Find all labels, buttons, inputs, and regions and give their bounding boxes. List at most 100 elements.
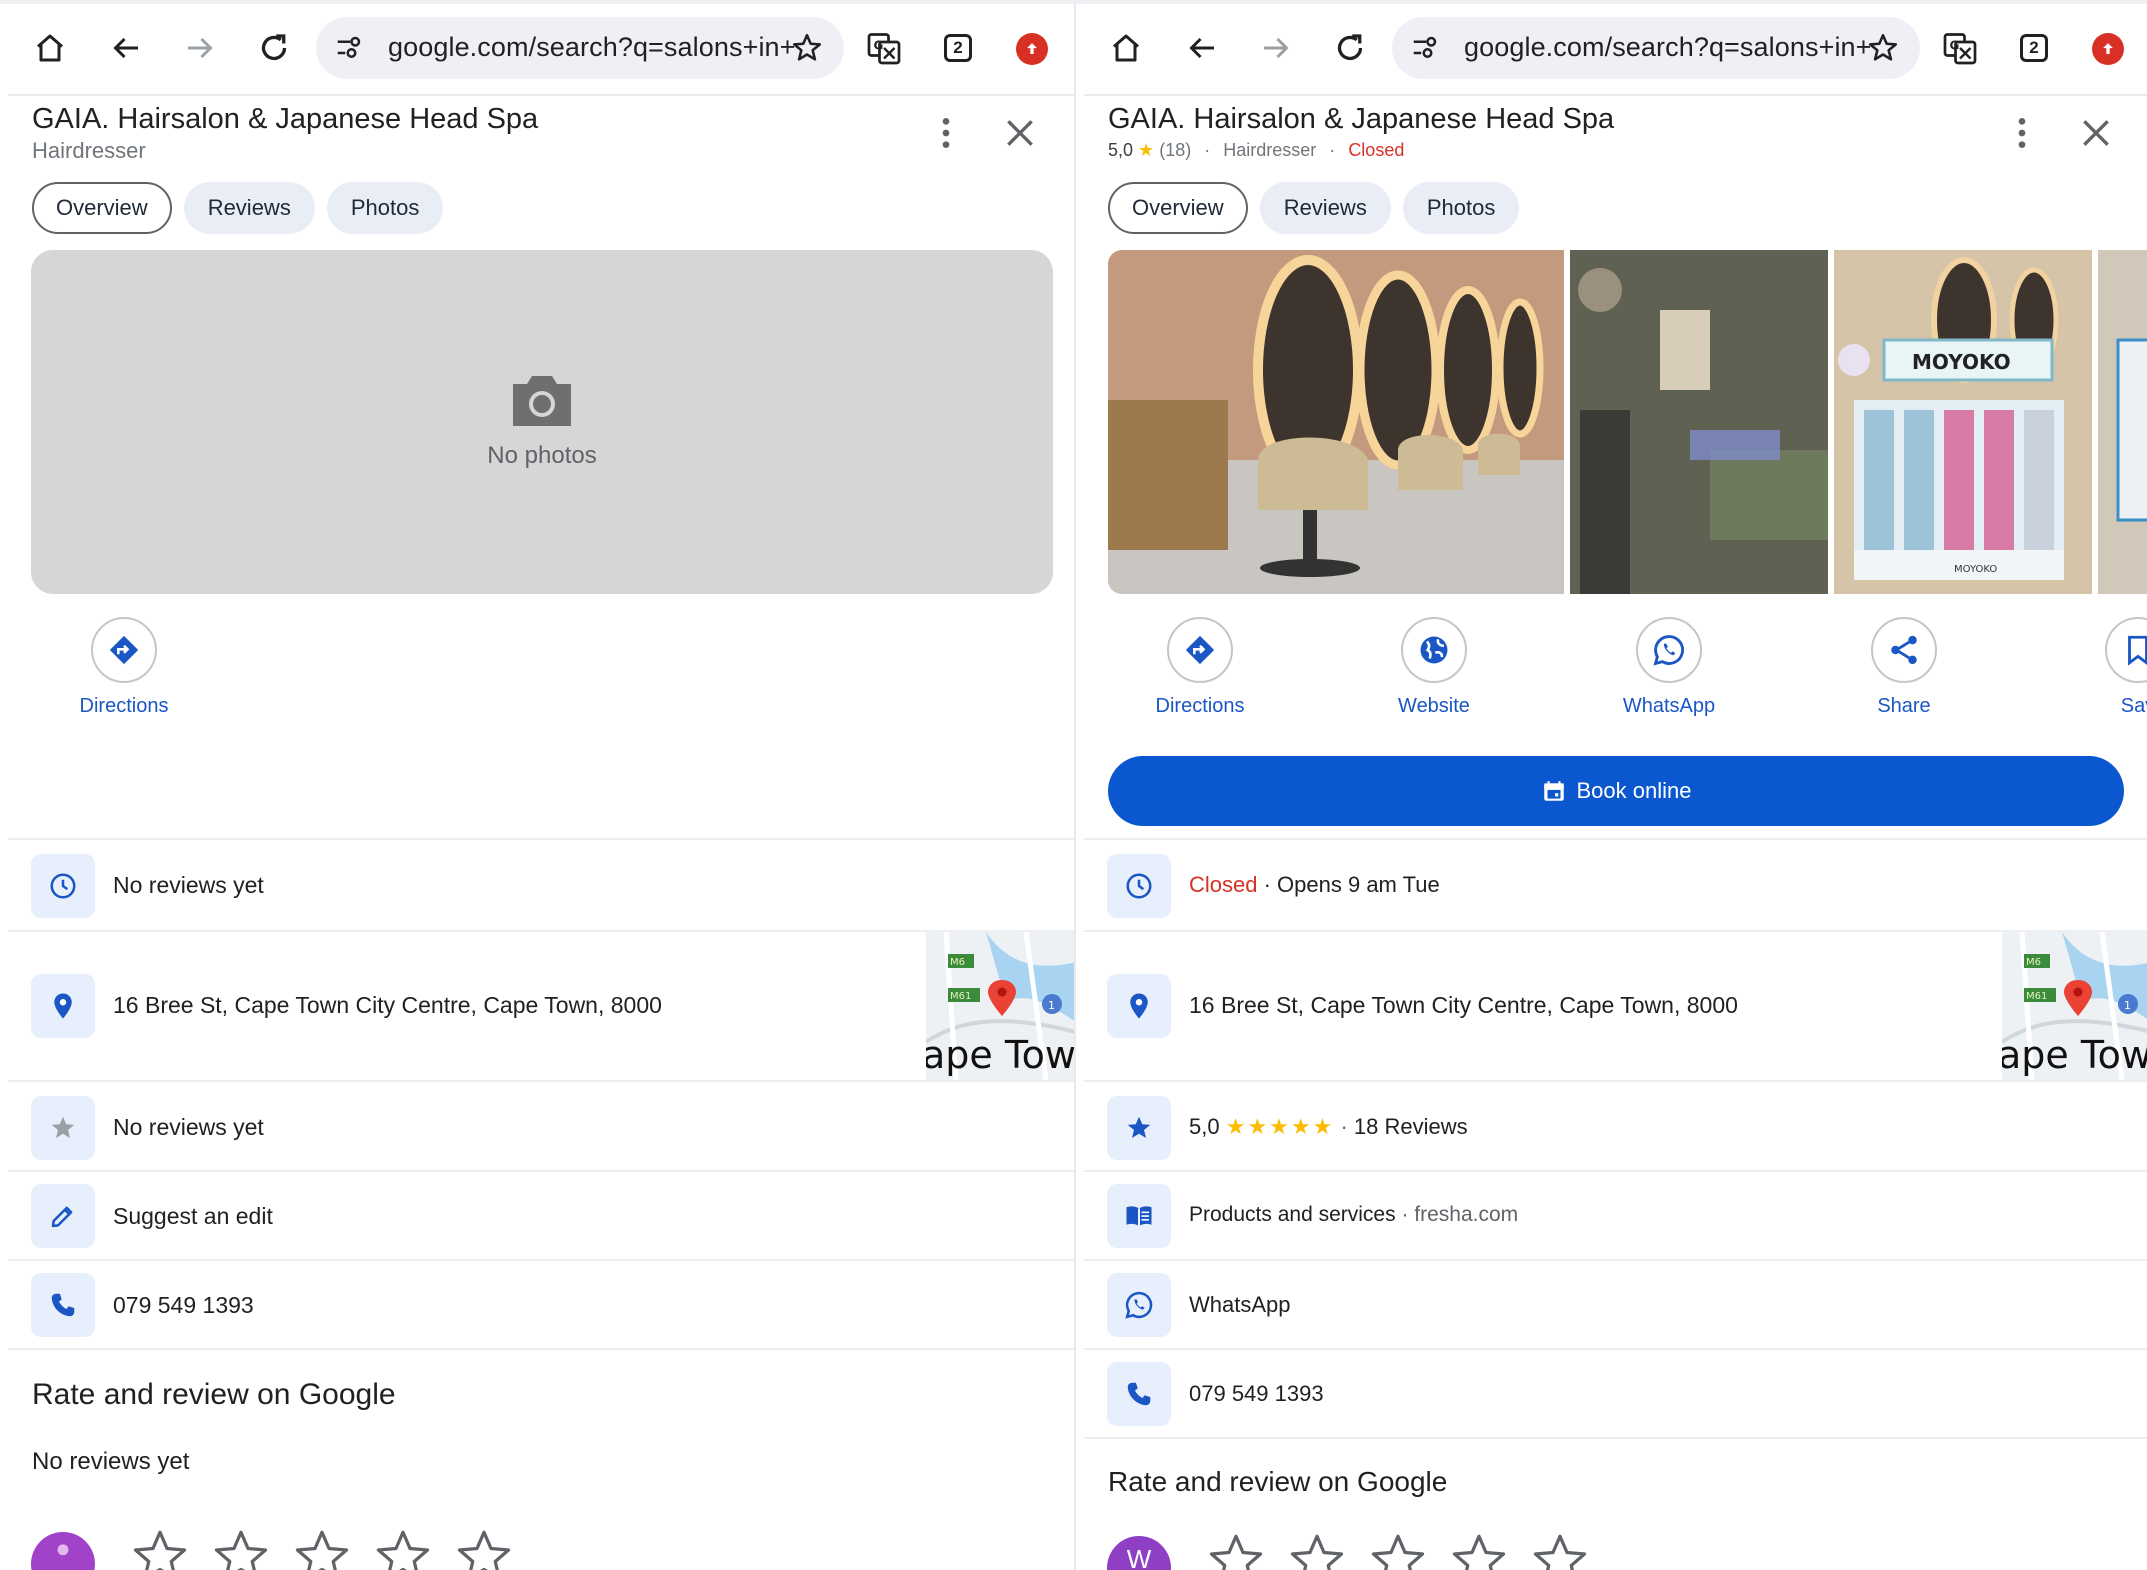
rate-star-1-icon[interactable] — [1206, 1530, 1266, 1570]
back-button[interactable] — [1174, 20, 1230, 76]
rate-star-4-icon[interactable] — [373, 1526, 433, 1570]
home-button[interactable] — [1098, 20, 1154, 76]
directions-button[interactable] — [1167, 617, 1233, 683]
whatsapp-label: WhatsApp — [1622, 695, 1716, 717]
phone-number[interactable]: 079 549 1393 — [1189, 1381, 1324, 1407]
rating-count[interactable]: (18) — [1159, 140, 1191, 160]
site-settings-icon[interactable] — [1410, 33, 1440, 63]
save-action[interactable]: Sav — [2048, 617, 2147, 718]
tab-strip — [1076, 0, 2147, 4]
map-thumbnail[interactable]: M6 M61 1 ape Town — [2002, 932, 2147, 1080]
hours-summary[interactable]: Closed · Opens 9 am Tue — [1189, 872, 1440, 898]
forward-button[interactable] — [172, 20, 228, 76]
tab-photos[interactable]: Photos — [1402, 182, 1520, 234]
rate-star-3-icon[interactable] — [1368, 1530, 1428, 1570]
address-bar[interactable]: google.com/search?q=salons+in+ — [1392, 17, 1920, 79]
extension-button[interactable] — [2092, 33, 2124, 65]
share-icon — [1891, 635, 1917, 665]
upload-icon — [2103, 43, 2113, 54]
no-photos-placeholder: No photos — [31, 250, 1053, 594]
bookmark-star-icon[interactable] — [790, 31, 824, 65]
clock-icon — [50, 873, 76, 899]
save-button[interactable] — [2105, 617, 2147, 683]
place-tabs: Overview Reviews Photos — [32, 182, 444, 234]
hours-row-icon — [1107, 854, 1171, 918]
tab-switcher-button[interactable]: 2 — [2020, 34, 2048, 62]
directions-button[interactable] — [91, 617, 157, 683]
suggest-edit-link[interactable]: Suggest an edit — [113, 1203, 273, 1230]
tab-overview[interactable]: Overview — [1108, 182, 1248, 234]
phone-row-icon — [31, 1273, 95, 1337]
address-text[interactable]: 16 Bree St, Cape Town City Centre, Cape … — [1189, 992, 1738, 1019]
book-online-button[interactable]: Book online — [1108, 756, 2124, 826]
tab-strip — [0, 0, 1074, 4]
whatsapp-button[interactable] — [1636, 617, 1702, 683]
salon-interior-image — [1108, 250, 1564, 594]
close-icon[interactable] — [1000, 113, 1040, 153]
rate-star-3-icon[interactable] — [292, 1526, 352, 1570]
directions-action[interactable]: Directions — [1110, 617, 1290, 718]
website-label: Website — [1398, 695, 1470, 717]
tab-reviews[interactable]: Reviews — [183, 182, 315, 234]
translate-button[interactable]: G — [856, 20, 912, 76]
separator-dot: · — [1401, 1203, 1415, 1226]
rating-value: 5,0 — [1108, 140, 1134, 160]
products-row-icon — [1107, 1184, 1171, 1248]
salon-photo-1[interactable] — [1108, 250, 1564, 594]
separator-dot: · — [1329, 140, 1336, 160]
site-settings-icon[interactable] — [334, 33, 364, 63]
tab-switcher-button[interactable]: 2 — [944, 34, 972, 62]
tab-overview[interactable]: Overview — [32, 182, 172, 234]
directions-icon — [109, 635, 139, 665]
url-text[interactable]: google.com/search?q=salons+in+ — [388, 32, 796, 63]
reviews-summary[interactable]: 5,0 ★★★★★ · 18 Reviews — [1189, 1114, 1468, 1140]
share-button[interactable] — [1871, 617, 1937, 683]
salon-photo-4[interactable] — [2098, 250, 2147, 594]
whatsapp-row-icon — [1107, 1273, 1171, 1337]
whatsapp-action[interactable]: WhatsApp — [1579, 617, 1759, 718]
website-button[interactable] — [1401, 617, 1467, 683]
salon-photo-partial — [2098, 250, 2147, 594]
whatsapp-link[interactable]: WhatsApp — [1189, 1292, 1291, 1318]
more-options-icon[interactable] — [926, 113, 966, 153]
extension-button[interactable] — [1016, 33, 1048, 65]
more-options-icon[interactable] — [2002, 113, 2042, 153]
rate-star-4-icon[interactable] — [1449, 1530, 1509, 1570]
address-bar[interactable]: google.com/search?q=salons+in+ — [316, 17, 844, 79]
svg-text:G: G — [1950, 39, 1960, 53]
tab-photos[interactable]: Photos — [326, 182, 444, 234]
product-display-image: MOYOKO MOYOKO — [1834, 250, 2092, 594]
rate-star-5-icon[interactable] — [454, 1526, 514, 1570]
bookmark-star-icon[interactable] — [1866, 31, 1900, 65]
map-road-m61: M61 — [2026, 991, 2047, 1002]
back-button[interactable] — [98, 20, 154, 76]
share-action[interactable]: Share — [1814, 617, 1994, 718]
rate-review-heading: Rate and review on Google — [32, 1378, 396, 1411]
home-button[interactable] — [22, 20, 78, 76]
home-icon — [1113, 34, 1139, 62]
translate-button[interactable]: G — [1932, 20, 1988, 76]
salon-photo-3[interactable]: MOYOKO MOYOKO — [1834, 250, 2092, 594]
rate-review-subtitle: No reviews yet — [32, 1448, 190, 1475]
rate-star-5-icon[interactable] — [1530, 1530, 1590, 1570]
reload-button[interactable] — [246, 20, 302, 76]
rate-star-1-icon[interactable] — [130, 1526, 190, 1570]
salon-photo-2[interactable] — [1570, 250, 1828, 594]
forward-button[interactable] — [1248, 20, 1304, 76]
map-thumbnail[interactable]: M6 M61 1 ape Town — [926, 932, 1074, 1080]
products-services-link[interactable]: Products and services · fresha.com — [1189, 1203, 1518, 1227]
divider — [1084, 838, 2147, 840]
website-action[interactable]: Website — [1344, 617, 1524, 718]
reload-button[interactable] — [1322, 20, 1378, 76]
svg-text:G: G — [874, 39, 884, 53]
camera-icon — [513, 376, 571, 426]
rate-star-2-icon[interactable] — [1287, 1530, 1347, 1570]
phone-number[interactable]: 079 549 1393 — [113, 1292, 254, 1319]
address-text[interactable]: 16 Bree St, Cape Town City Centre, Cape … — [113, 992, 662, 1019]
rate-star-2-icon[interactable] — [211, 1526, 271, 1570]
close-icon[interactable] — [2076, 113, 2116, 153]
directions-action[interactable]: Directions — [34, 617, 214, 718]
tab-reviews[interactable]: Reviews — [1259, 182, 1391, 234]
url-text[interactable]: google.com/search?q=salons+in+ — [1464, 32, 1872, 63]
browser-toolbar: google.com/search?q=salons+in+ G 2 — [0, 0, 1074, 94]
